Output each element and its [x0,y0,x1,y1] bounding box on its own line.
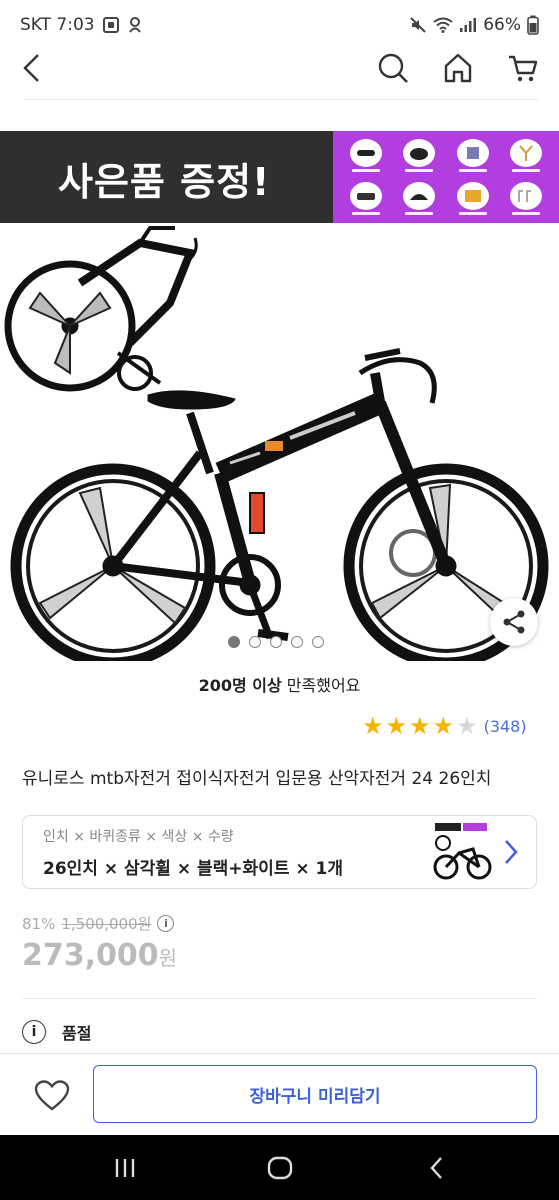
carousel-dot[interactable] [249,636,261,648]
header-divider [24,99,538,100]
chevron-right-icon [505,840,518,864]
option-values: 26인치 × 삼각휠 × 블랙+화이트 × 1개 [43,859,344,879]
satisfaction-suffix: 만족했어요 [281,676,361,695]
heart-icon [34,1080,70,1111]
carousel-dot[interactable] [291,636,303,648]
carousel-dot[interactable] [312,636,324,648]
star-icon: ★ [362,712,384,740]
rating[interactable]: ★ ★ ★ ★ ★ (348) [362,714,527,738]
carousel-dots [228,636,324,648]
back-icon [430,1157,442,1179]
recents-button[interactable] [108,1151,142,1185]
divider [22,998,537,999]
star-icon: ★ [409,712,431,740]
product-title: 유니로스 mtb자전거 접이식자전거 입문용 산악자전거 24 26인치 [22,769,492,789]
home-circle-icon [267,1156,293,1180]
status-bar: SKT 7:03 66% [0,0,559,50]
share-button[interactable] [490,598,538,646]
gift-item [502,179,552,218]
review-count[interactable]: (348) [484,717,527,736]
cart-button[interactable] [505,50,541,86]
bicycle-image [4,226,549,661]
star-empty-icon: ★ [456,712,478,740]
search-icon [378,53,408,83]
wishlist-button[interactable] [32,1076,72,1116]
mute-icon [410,17,426,33]
back-nav-button[interactable] [420,1151,454,1185]
app-notification-icon [128,17,141,33]
option-selector[interactable]: 인치 × 바퀴종류 × 색상 × 수량 26인치 × 삼각휠 × 블랙+화이트 … [22,815,537,889]
stock-status-text: 품절 [62,1024,92,1043]
discount-rate: 81% [22,914,56,933]
gift-item [341,179,391,218]
app-header [0,50,559,100]
notification-icon [102,17,119,33]
gift-banner: 사은품 증정! [0,131,559,223]
satisfaction-count: 200명 이상 [198,676,282,695]
star-icon: ★ [385,712,408,740]
gift-item [448,136,498,175]
option-labels: 인치 × 바퀴종류 × 색상 × 수량 [43,829,234,845]
add-to-cart-button[interactable]: 장바구니 미리담기 [93,1065,537,1123]
gift-item [395,136,445,175]
back-button[interactable] [14,50,50,86]
battery-icon [527,15,539,35]
gift-item [341,136,391,175]
product-image-carousel[interactable]: 사은품 증정! [0,131,559,661]
info-icon[interactable]: i [157,915,175,932]
gift-item [448,179,498,218]
cart-icon [509,55,538,82]
bottom-action-bar: 장바구니 미리담기 [0,1053,559,1135]
sale-price-value: 273,000 [22,938,159,973]
banner-text: 사은품 증정! [58,160,271,204]
currency-unit: 원 [158,946,178,970]
info-icon: i [22,1020,46,1044]
star-icon: ★ [432,712,455,740]
share-icon [503,610,525,634]
gift-panel [333,131,559,223]
carrier-time: SKT 7:03 [20,15,95,35]
sale-price: 273,000원 [22,938,177,973]
battery-level: 66% [483,15,521,35]
stock-status: i 품절 [22,1020,91,1044]
home-button[interactable] [440,50,476,86]
signal-icon [460,18,477,32]
carousel-dot[interactable] [270,636,282,648]
carousel-dot[interactable] [228,636,240,648]
wifi-icon [433,17,453,33]
search-button[interactable] [375,50,411,86]
original-price: 1,500,000원 [61,915,152,933]
satisfaction-text: 200명 이상 만족했어요 [0,672,559,696]
gift-item [502,136,552,175]
recents-icon [115,1159,135,1177]
home-icon [444,53,472,83]
discount-row: 81% 1,500,000원 i [22,913,175,934]
chevron-left-icon [23,54,39,82]
system-nav-bar [0,1135,559,1200]
gift-item [395,179,445,218]
option-thumbnail [433,823,492,880]
home-nav-button[interactable] [263,1151,297,1185]
